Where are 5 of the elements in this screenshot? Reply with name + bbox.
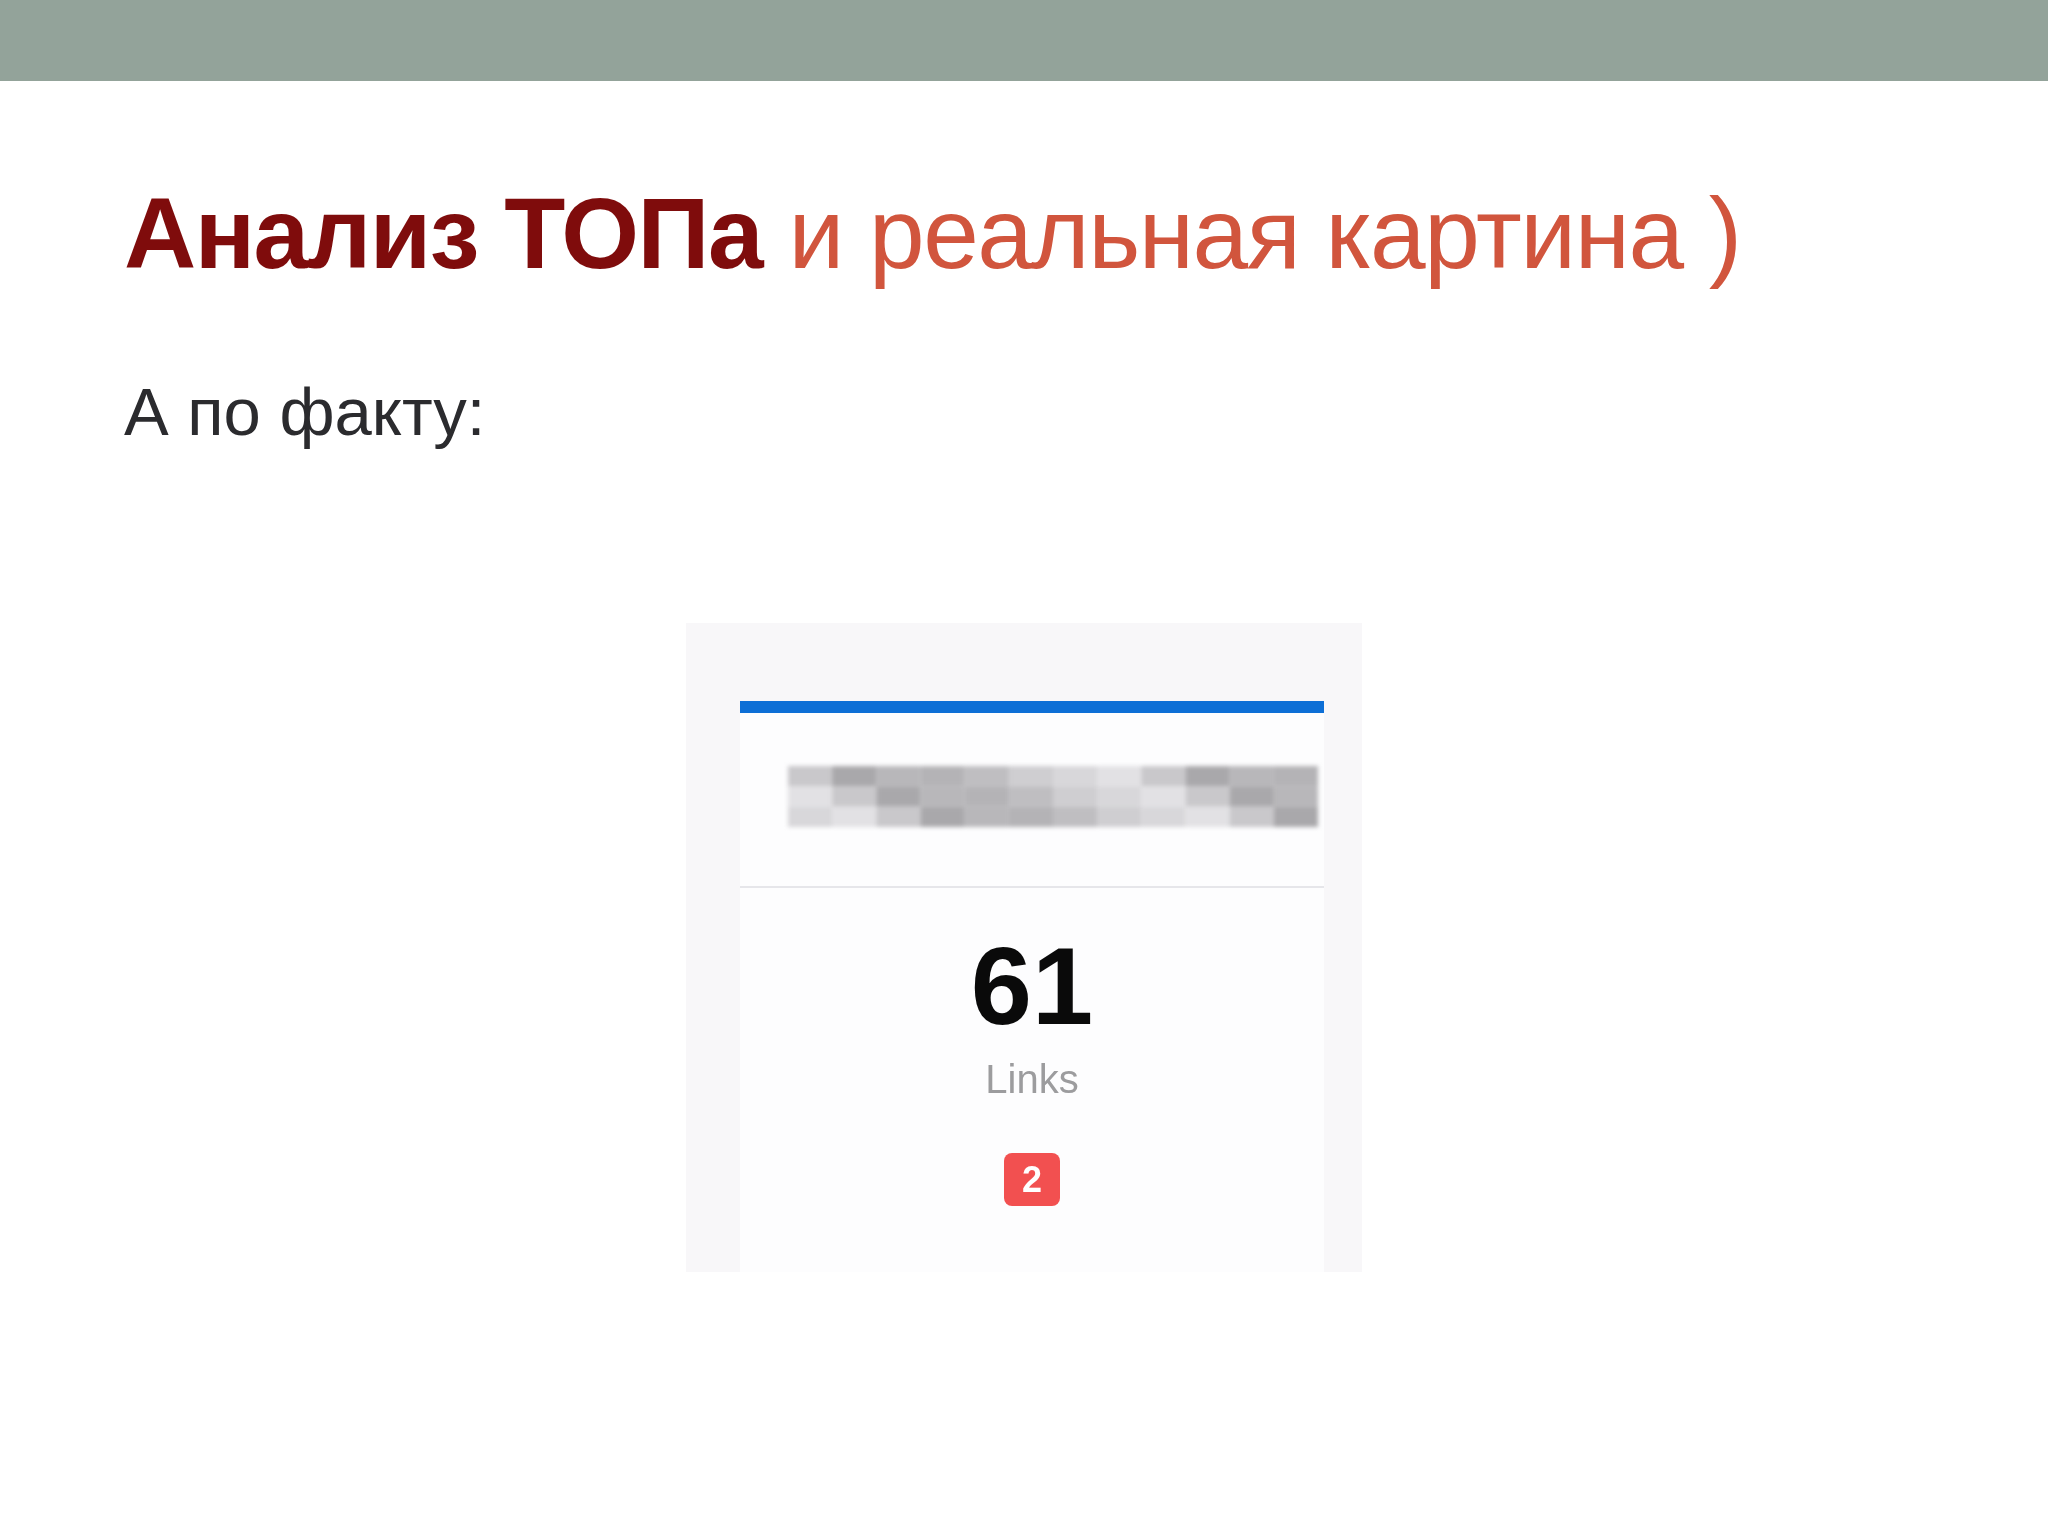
links-count: 61 — [970, 931, 1094, 1042]
count-badge: 2 — [1004, 1153, 1060, 1207]
slide-title: Анализ ТОПа и реальная картина ) — [124, 176, 1742, 291]
links-label: Links — [985, 1059, 1079, 1100]
slide-subtitle: А по факту: — [124, 373, 486, 451]
